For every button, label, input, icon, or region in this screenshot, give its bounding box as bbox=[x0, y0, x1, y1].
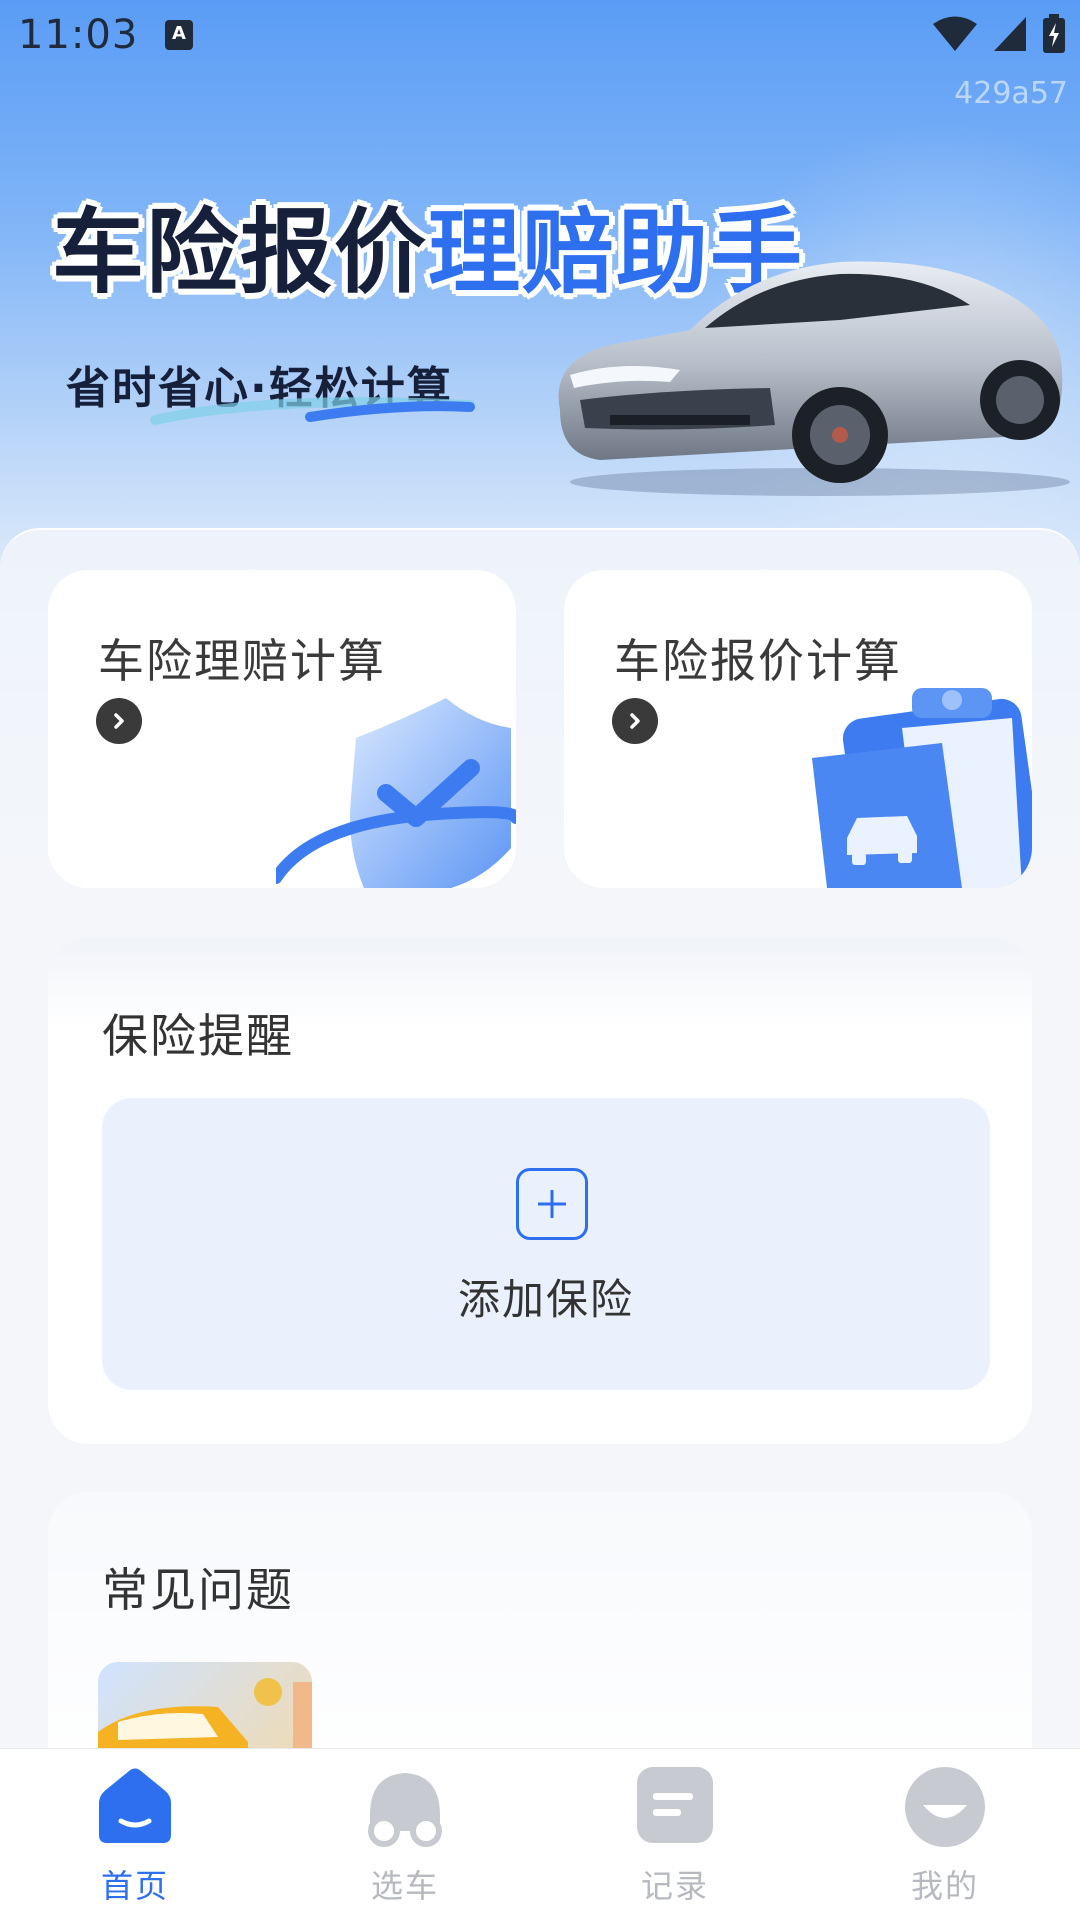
faq-card: 常见问题 bbox=[48, 1492, 1032, 1792]
add-insurance-label: 添加保险 bbox=[457, 1275, 634, 1324]
add-insurance-button[interactable]: 添加保险 bbox=[102, 1098, 990, 1390]
shield-check-icon bbox=[276, 698, 516, 888]
tab-home-label: 首页 bbox=[100, 1867, 169, 1905]
quote-calculator-card[interactable]: 车险报价计算 bbox=[564, 570, 1032, 888]
tab-profile-label: 我的 bbox=[910, 1867, 979, 1905]
chevron-right-icon[interactable] bbox=[612, 698, 658, 744]
claim-calculator-label: 车险理赔计算 bbox=[98, 634, 386, 688]
tab-records-label: 记录 bbox=[640, 1867, 709, 1905]
tab-home[interactable]: 首页 bbox=[0, 1749, 270, 1920]
tab-profile[interactable]: 我的 bbox=[810, 1749, 1080, 1920]
system-icons bbox=[932, 14, 1066, 54]
car-icon bbox=[368, 1773, 442, 1847]
tab-records[interactable]: 记录 bbox=[540, 1749, 810, 1920]
record-icon bbox=[637, 1767, 713, 1843]
tab-choose-car[interactable]: 选车 bbox=[270, 1749, 540, 1920]
hero-banner: 11:03 A 429a57 车险报价理赔助手 省时省心·轻松计算 bbox=[0, 0, 1080, 620]
profile-icon bbox=[905, 1767, 985, 1847]
hero-title-part1: 车险报价 bbox=[52, 199, 429, 306]
insurance-reminder-title: 保险提醒 bbox=[102, 1009, 294, 1063]
watermark: 429a57 bbox=[954, 76, 1068, 111]
chevron-right-icon[interactable] bbox=[96, 698, 142, 744]
battery-icon bbox=[1043, 14, 1065, 53]
wifi-icon bbox=[933, 16, 977, 51]
notification-icon: A bbox=[165, 20, 193, 50]
claim-calculator-card[interactable]: 车险理赔计算 bbox=[48, 570, 516, 888]
tab-choose-car-label: 选车 bbox=[370, 1867, 439, 1905]
insurance-reminder-card: 保险提醒 添加保险 bbox=[48, 938, 1032, 1444]
quote-calculator-label: 车险报价计算 bbox=[614, 634, 902, 688]
status-time: 11:03 bbox=[18, 12, 139, 58]
clipboard-car-icon bbox=[812, 688, 1032, 888]
plus-icon[interactable] bbox=[516, 1168, 588, 1240]
car-illustration bbox=[558, 261, 1070, 496]
home-icon bbox=[99, 1768, 171, 1843]
subtitle-swoosh bbox=[150, 397, 475, 425]
bottom-tab-bar: 首页 选车 记录 我的 bbox=[0, 1748, 1080, 1920]
faq-title: 常见问题 bbox=[102, 1563, 294, 1617]
signal-icon bbox=[994, 17, 1026, 51]
status-bar: 11:03 A bbox=[0, 0, 1080, 76]
